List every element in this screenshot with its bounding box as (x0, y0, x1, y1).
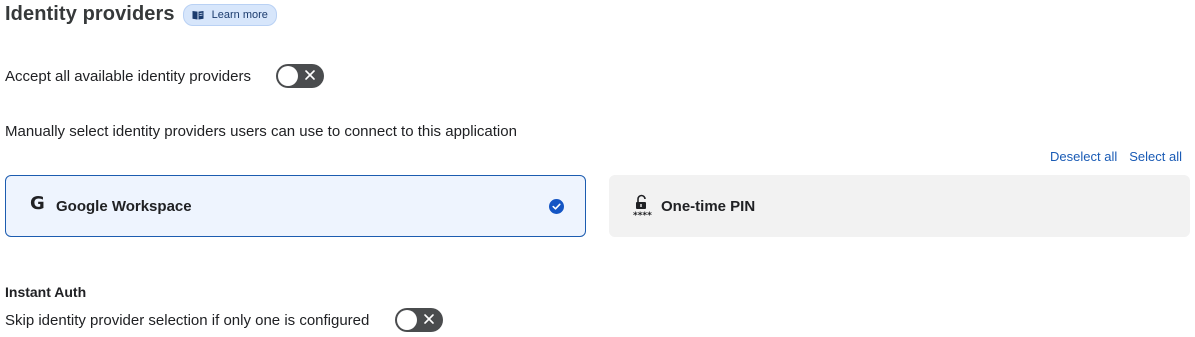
unlocked-pin-icon: **** (633, 194, 652, 220)
instant-auth-title: Instant Auth (5, 284, 87, 300)
close-icon (424, 314, 435, 324)
manual-select-label: Manually select identity providers users… (5, 123, 517, 140)
deselect-all-link[interactable]: Deselect all (1050, 149, 1117, 164)
learn-more-button[interactable]: Learn more (182, 4, 277, 26)
accept-all-row: Accept all available identity providers (5, 64, 324, 88)
svg-text:****: **** (633, 211, 652, 220)
provider-label: One-time PIN (661, 198, 756, 215)
select-all-link[interactable]: Select all (1129, 149, 1182, 164)
google-g-icon: G (30, 193, 45, 214)
toggle-knob (397, 310, 418, 330)
learn-more-label: Learn more (211, 9, 268, 21)
provider-label: Google Workspace (56, 198, 192, 215)
instant-auth-row: Skip identity provider selection if only… (5, 308, 444, 332)
book-icon (192, 11, 204, 20)
provider-card-google-workspace[interactable]: G Google Workspace (5, 175, 586, 237)
close-icon (305, 70, 315, 80)
provider-card-one-time-pin[interactable]: **** One-time PIN (609, 175, 1190, 237)
manual-select-row: Manually select identity providers users… (5, 123, 517, 140)
check-circle-icon (549, 199, 564, 214)
accept-all-label: Accept all available identity providers (5, 67, 251, 85)
header: Identity providers Learn more (5, 2, 277, 26)
identity-providers-panel: Identity providers Learn more Accept all… (0, 0, 1195, 337)
toggle-knob (277, 66, 298, 86)
page-title: Identity providers (5, 2, 175, 25)
accept-all-toggle[interactable] (275, 64, 324, 88)
instant-auth-toggle[interactable] (395, 308, 444, 332)
instant-auth-label: Skip identity provider selection if only… (5, 311, 370, 329)
selection-links: Deselect all Select all (1050, 149, 1182, 164)
